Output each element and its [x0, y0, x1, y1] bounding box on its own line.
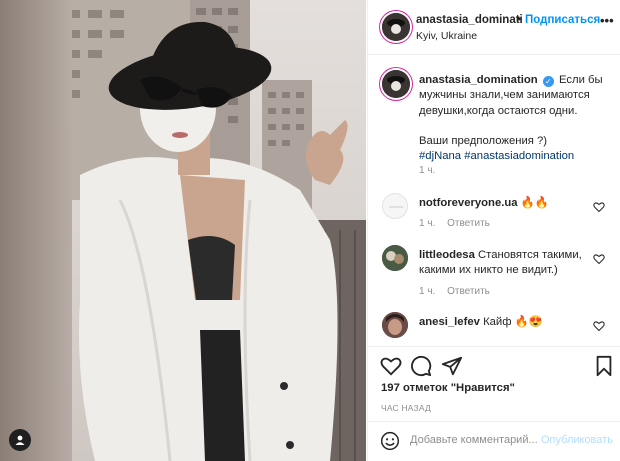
post-photo[interactable]	[0, 0, 366, 461]
comment-text: littleodesa Становятся такими, какими их…	[419, 248, 597, 279]
header-avatar[interactable]	[382, 13, 410, 41]
verified-badge-icon: ✓	[542, 76, 554, 87]
share-icon[interactable]	[441, 355, 463, 377]
user-tag-icon	[15, 435, 25, 445]
comment-item: notforeveryone.ua 🔥🔥 1 ч. Ответить	[382, 193, 612, 243]
avatar-image	[382, 312, 408, 338]
add-comment-input[interactable]	[410, 434, 540, 446]
comment-text: anesi_lefev Кайф 🔥😍	[419, 315, 597, 330]
like-comment-heart-icon[interactable]	[593, 320, 605, 332]
bookmark-icon[interactable]	[593, 355, 615, 377]
caption-avatar[interactable]	[382, 70, 410, 98]
like-comment-heart-icon[interactable]	[593, 253, 605, 265]
post-timestamp[interactable]: ЧАС НАЗАД	[381, 403, 431, 413]
post-details-panel: anastasia_dominati • Подписаться Kyiv, U…	[367, 0, 620, 461]
caption-time[interactable]: 1 ч.	[419, 165, 435, 176]
reply-button[interactable]: Ответить	[447, 286, 490, 297]
more-options-button[interactable]: •••	[600, 13, 614, 28]
caption-text: anastasia_domination ✓ Если бы мужчины з…	[419, 73, 609, 164]
header-separator: •	[517, 14, 522, 26]
comment-avatar[interactable]	[382, 193, 408, 219]
comment-username[interactable]: anesi_lefev	[419, 316, 480, 328]
reply-button[interactable]: Ответить	[447, 218, 490, 229]
comment-text: notforeveryone.ua 🔥🔥	[419, 196, 597, 211]
likes-count[interactable]: 197 отметок "Нравится"	[381, 382, 515, 394]
comment-avatar[interactable]	[382, 245, 408, 271]
comment-time[interactable]: 1 ч.	[419, 286, 435, 297]
comment-body: 🔥🔥	[520, 197, 549, 209]
comment-username[interactable]: littleodesa	[419, 249, 475, 261]
hashtag-link[interactable]: #djNana	[419, 150, 461, 162]
avatar-image	[382, 13, 410, 41]
caption-username[interactable]: anastasia_domination	[419, 74, 538, 86]
comment-item: littleodesa Становятся такими, какими их…	[382, 245, 612, 305]
post-header: anastasia_dominati • Подписаться Kyiv, U…	[368, 0, 620, 55]
like-comment-heart-icon[interactable]	[593, 201, 605, 213]
comment-username[interactable]: notforeveryone.ua	[419, 197, 518, 209]
comment-time[interactable]: 1 ч.	[419, 218, 435, 229]
heart-icon[interactable]	[380, 355, 402, 377]
caption-question: Ваши предположения ?)	[419, 134, 548, 147]
comment-item: anesi_lefev Кайф 🔥😍	[382, 312, 612, 344]
avatar-image	[389, 206, 403, 208]
add-comment-bar: Опубликовать	[368, 421, 620, 461]
header-username[interactable]: anastasia_dominati	[416, 14, 523, 26]
comment-meta: 1 ч. Ответить	[419, 218, 490, 229]
comment-meta: 1 ч. Ответить	[419, 286, 490, 297]
hashtag-link[interactable]: #anastasiadomination	[464, 150, 574, 162]
emoji-icon[interactable]	[380, 431, 400, 451]
follow-button[interactable]: Подписаться	[525, 14, 600, 26]
avatar-image	[382, 245, 408, 271]
user-tag-button[interactable]	[9, 429, 31, 451]
comment-body: Кайф 🔥😍	[483, 316, 543, 328]
comment-avatar[interactable]	[382, 312, 408, 338]
post-image	[0, 0, 366, 461]
header-location[interactable]: Kyiv, Ukraine	[416, 30, 477, 42]
comment-icon[interactable]	[410, 355, 432, 377]
avatar-image	[382, 70, 410, 98]
publish-button[interactable]: Опубликовать	[541, 434, 613, 446]
